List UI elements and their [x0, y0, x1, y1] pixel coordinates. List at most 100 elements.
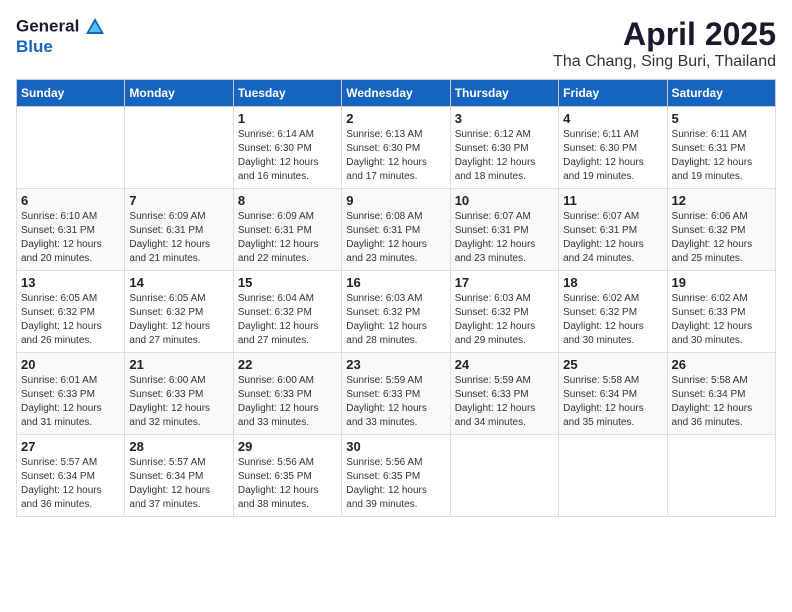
- week-row-4: 27 Sunrise: 5:57 AM Sunset: 6:34 PM Dayli…: [17, 435, 776, 517]
- day-number: 6: [21, 193, 120, 208]
- day-cell: 15Sunrise: 6:04 AM Sunset: 6:32 PM Dayli…: [233, 271, 341, 353]
- day-detail: Sunrise: 6:12 AM Sunset: 6:30 PM Dayligh…: [455, 128, 554, 184]
- day-detail: Sunrise: 6:00 AM Sunset: 6:33 PM Dayligh…: [129, 374, 228, 430]
- day-number: 5: [672, 111, 771, 126]
- week-row-2: 13 Sunrise: 6:05 AM Sunset: 6:32 PM Dayli…: [17, 271, 776, 353]
- day-number: 4: [563, 111, 662, 126]
- day-cell: 29Sunrise: 5:56 AM Sunset: 6:35 PM Dayli…: [233, 435, 341, 517]
- day-number: 14: [129, 275, 228, 290]
- day-cell: 7 Sunrise: 6:09 AM Sunset: 6:31 PM Daylig…: [125, 189, 233, 271]
- logo-blue: Blue: [16, 38, 106, 57]
- day-cell: 26 Sunrise: 5:58 AM Sunset: 6:34 PM Dayli…: [667, 353, 775, 435]
- day-detail: Sunrise: 6:02 AM Sunset: 6:32 PM Dayligh…: [563, 292, 662, 348]
- day-cell: 16Sunrise: 6:03 AM Sunset: 6:32 PM Dayli…: [342, 271, 450, 353]
- day-detail: Sunrise: 6:07 AM Sunset: 6:31 PM Dayligh…: [455, 210, 554, 266]
- day-number: 18: [563, 275, 662, 290]
- day-detail: Sunrise: 6:07 AM Sunset: 6:31 PM Dayligh…: [563, 210, 662, 266]
- day-detail: Sunrise: 6:00 AM Sunset: 6:33 PM Dayligh…: [238, 374, 337, 430]
- month-title: April 2025: [553, 16, 776, 53]
- day-cell: [450, 435, 558, 517]
- day-number: 29: [238, 439, 337, 454]
- day-detail: Sunrise: 6:02 AM Sunset: 6:33 PM Dayligh…: [672, 292, 771, 348]
- day-cell: 21 Sunrise: 6:00 AM Sunset: 6:33 PM Dayli…: [125, 353, 233, 435]
- week-row-1: 6 Sunrise: 6:10 AM Sunset: 6:31 PM Daylig…: [17, 189, 776, 271]
- day-cell: 17Sunrise: 6:03 AM Sunset: 6:32 PM Dayli…: [450, 271, 558, 353]
- day-number: 2: [346, 111, 445, 126]
- day-cell: 20 Sunrise: 6:01 AM Sunset: 6:33 PM Dayli…: [17, 353, 125, 435]
- day-cell: 18 Sunrise: 6:02 AM Sunset: 6:32 PM Dayli…: [559, 271, 667, 353]
- header-cell-sunday: Sunday: [17, 80, 125, 107]
- day-cell: 5 Sunrise: 6:11 AM Sunset: 6:31 PM Daylig…: [667, 107, 775, 189]
- day-detail: Sunrise: 6:06 AM Sunset: 6:32 PM Dayligh…: [672, 210, 771, 266]
- day-detail: Sunrise: 5:57 AM Sunset: 6:34 PM Dayligh…: [21, 456, 120, 512]
- day-cell: 19 Sunrise: 6:02 AM Sunset: 6:33 PM Dayli…: [667, 271, 775, 353]
- day-cell: 30 Sunrise: 5:56 AM Sunset: 6:35 PM Dayli…: [342, 435, 450, 517]
- day-detail: Sunrise: 6:01 AM Sunset: 6:33 PM Dayligh…: [21, 374, 120, 430]
- day-number: 1: [238, 111, 337, 126]
- day-cell: 23 Sunrise: 5:59 AM Sunset: 6:33 PM Dayli…: [342, 353, 450, 435]
- day-number: 24: [455, 357, 554, 372]
- day-cell: 24 Sunrise: 5:59 AM Sunset: 6:33 PM Dayli…: [450, 353, 558, 435]
- day-number: 25: [563, 357, 662, 372]
- calendar-body: 1Sunrise: 6:14 AM Sunset: 6:30 PM Daylig…: [17, 107, 776, 517]
- day-number: 15: [238, 275, 337, 290]
- day-number: 21: [129, 357, 228, 372]
- page-header: General Blue April 2025 Tha Chang, Sing …: [16, 16, 776, 71]
- day-detail: Sunrise: 6:10 AM Sunset: 6:31 PM Dayligh…: [21, 210, 120, 266]
- day-cell: 11 Sunrise: 6:07 AM Sunset: 6:31 PM Dayli…: [559, 189, 667, 271]
- day-cell: 3 Sunrise: 6:12 AM Sunset: 6:30 PM Daylig…: [450, 107, 558, 189]
- header-cell-wednesday: Wednesday: [342, 80, 450, 107]
- day-cell: 14 Sunrise: 6:05 AM Sunset: 6:32 PM Dayli…: [125, 271, 233, 353]
- day-number: 9: [346, 193, 445, 208]
- logo: General Blue: [16, 16, 106, 57]
- day-cell: 25 Sunrise: 5:58 AM Sunset: 6:34 PM Dayli…: [559, 353, 667, 435]
- day-number: 8: [238, 193, 337, 208]
- day-detail: Sunrise: 6:03 AM Sunset: 6:32 PM Dayligh…: [346, 292, 445, 348]
- day-detail: Sunrise: 5:58 AM Sunset: 6:34 PM Dayligh…: [563, 374, 662, 430]
- calendar-table: SundayMondayTuesdayWednesdayThursdayFrid…: [16, 79, 776, 517]
- day-cell: 2 Sunrise: 6:13 AM Sunset: 6:30 PM Daylig…: [342, 107, 450, 189]
- week-row-3: 20 Sunrise: 6:01 AM Sunset: 6:33 PM Dayli…: [17, 353, 776, 435]
- week-row-0: 1Sunrise: 6:14 AM Sunset: 6:30 PM Daylig…: [17, 107, 776, 189]
- day-detail: Sunrise: 5:56 AM Sunset: 6:35 PM Dayligh…: [346, 456, 445, 512]
- day-number: 27: [21, 439, 120, 454]
- day-number: 13: [21, 275, 120, 290]
- day-number: 10: [455, 193, 554, 208]
- header-row: SundayMondayTuesdayWednesdayThursdayFrid…: [17, 80, 776, 107]
- day-number: 19: [672, 275, 771, 290]
- day-cell: 22Sunrise: 6:00 AM Sunset: 6:33 PM Dayli…: [233, 353, 341, 435]
- day-detail: Sunrise: 5:58 AM Sunset: 6:34 PM Dayligh…: [672, 374, 771, 430]
- day-detail: Sunrise: 5:59 AM Sunset: 6:33 PM Dayligh…: [346, 374, 445, 430]
- day-number: 11: [563, 193, 662, 208]
- day-detail: Sunrise: 6:05 AM Sunset: 6:32 PM Dayligh…: [129, 292, 228, 348]
- day-detail: Sunrise: 6:03 AM Sunset: 6:32 PM Dayligh…: [455, 292, 554, 348]
- day-detail: Sunrise: 6:09 AM Sunset: 6:31 PM Dayligh…: [238, 210, 337, 266]
- day-detail: Sunrise: 5:59 AM Sunset: 6:33 PM Dayligh…: [455, 374, 554, 430]
- day-cell: 27 Sunrise: 5:57 AM Sunset: 6:34 PM Dayli…: [17, 435, 125, 517]
- header-cell-monday: Monday: [125, 80, 233, 107]
- day-number: 3: [455, 111, 554, 126]
- day-cell: [667, 435, 775, 517]
- title-block: April 2025 Tha Chang, Sing Buri, Thailan…: [553, 16, 776, 71]
- day-cell: [125, 107, 233, 189]
- day-number: 7: [129, 193, 228, 208]
- header-cell-thursday: Thursday: [450, 80, 558, 107]
- day-number: 28: [129, 439, 228, 454]
- day-detail: Sunrise: 6:08 AM Sunset: 6:31 PM Dayligh…: [346, 210, 445, 266]
- day-detail: Sunrise: 6:11 AM Sunset: 6:31 PM Dayligh…: [672, 128, 771, 184]
- day-cell: 4Sunrise: 6:11 AM Sunset: 6:30 PM Daylig…: [559, 107, 667, 189]
- day-detail: Sunrise: 6:05 AM Sunset: 6:32 PM Dayligh…: [21, 292, 120, 348]
- day-detail: Sunrise: 6:13 AM Sunset: 6:30 PM Dayligh…: [346, 128, 445, 184]
- header-cell-saturday: Saturday: [667, 80, 775, 107]
- day-cell: 13 Sunrise: 6:05 AM Sunset: 6:32 PM Dayli…: [17, 271, 125, 353]
- day-number: 26: [672, 357, 771, 372]
- day-number: 23: [346, 357, 445, 372]
- day-detail: Sunrise: 5:57 AM Sunset: 6:34 PM Dayligh…: [129, 456, 228, 512]
- day-cell: 28 Sunrise: 5:57 AM Sunset: 6:34 PM Dayli…: [125, 435, 233, 517]
- location-title: Tha Chang, Sing Buri, Thailand: [553, 53, 776, 71]
- calendar-header: SundayMondayTuesdayWednesdayThursdayFrid…: [17, 80, 776, 107]
- day-detail: Sunrise: 6:09 AM Sunset: 6:31 PM Dayligh…: [129, 210, 228, 266]
- day-cell: 1Sunrise: 6:14 AM Sunset: 6:30 PM Daylig…: [233, 107, 341, 189]
- day-number: 20: [21, 357, 120, 372]
- day-number: 30: [346, 439, 445, 454]
